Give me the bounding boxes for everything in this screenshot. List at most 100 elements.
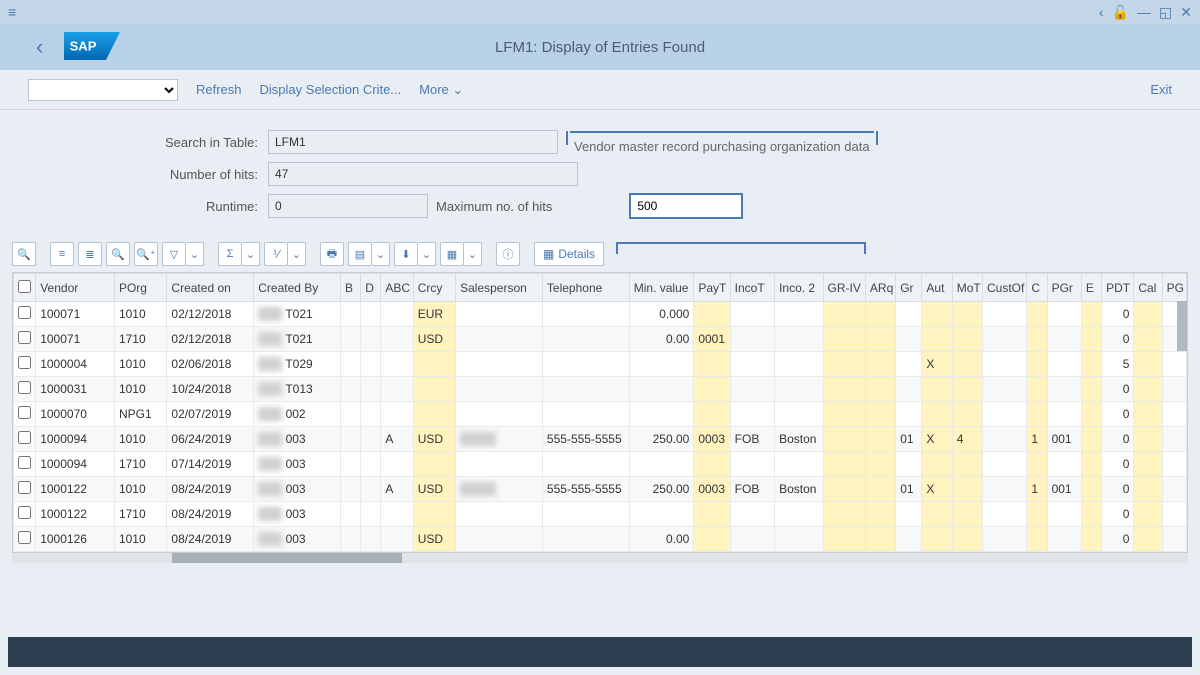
col-pg[interactable]: PG [1162,274,1186,302]
export-icon[interactable]: ▤ [348,242,372,266]
row-checkbox[interactable] [18,431,31,444]
find-icon[interactable]: 🔍 [106,242,130,266]
horizontal-scrollbar[interactable] [12,553,1188,563]
download-icon[interactable]: ⬇ [394,242,418,266]
cell-custof [982,377,1026,402]
print-icon[interactable]: 🖶 [320,242,344,266]
subtotal-icon[interactable]: ⅟ [264,242,288,266]
minimize-icon[interactable]: — [1137,4,1151,20]
cell-d [361,352,381,377]
more-button[interactable]: More ⌄ [419,82,463,98]
filter-icon[interactable]: ▽ [162,242,186,266]
table-row[interactable]: 1000031101010/24/2018xxxx T0130 [14,377,1187,402]
col-griv[interactable]: GR-IV [823,274,865,302]
cell-arq [865,402,895,427]
col-crcy[interactable]: Crcy [413,274,455,302]
table-row[interactable]: 100071171002/12/2018xxxx T021USD0.000001… [14,327,1187,352]
col-minvalue[interactable]: Min. value [629,274,694,302]
row-checkbox[interactable] [18,331,31,344]
cell-e [1081,377,1101,402]
col-vendor[interactable]: Vendor [36,274,115,302]
row-checkbox[interactable] [18,356,31,369]
sum-icon[interactable]: Σ [218,242,242,266]
exit-button[interactable]: Exit [1150,82,1172,97]
search-table-input[interactable] [268,130,558,154]
refresh-button[interactable]: Refresh [196,82,242,97]
back-button[interactable]: ‹ [36,34,43,60]
col-custof[interactable]: CustOf [982,274,1026,302]
row-checkbox[interactable] [18,406,31,419]
download-dropdown-icon[interactable]: ⌄ [418,242,436,266]
close-icon[interactable]: ✕ [1180,4,1192,21]
info-icon[interactable]: ⓘ [496,242,520,266]
layout-icon[interactable]: ▦ [440,242,464,266]
sort-desc-icon[interactable]: ≣ [78,242,102,266]
cell-porg: 1010 [114,352,166,377]
row-checkbox[interactable] [18,481,31,494]
cell-pdt: 0 [1102,327,1134,352]
table-row[interactable]: 1000122101008/24/2019xxxx 003AUSDxxxxxx5… [14,477,1187,502]
col-mot[interactable]: MoT [952,274,982,302]
zoom-icon[interactable]: 🔍 [12,242,36,266]
table-row[interactable]: 1000094101006/24/2019xxxx 003AUSDxxxxxx5… [14,427,1187,452]
prev-icon[interactable]: ‹ [1099,4,1104,20]
col-incot[interactable]: IncoT [730,274,774,302]
table-row[interactable]: 1000004101002/06/2018xxxx T029X5 [14,352,1187,377]
row-checkbox[interactable] [18,456,31,469]
table-row[interactable]: 1000126101008/24/2019xxxx 003USD0.000 [14,527,1187,552]
results-table: VendorPOrgCreated onCreated ByBDABCCrcyS… [13,273,1187,552]
lock-icon[interactable]: 🔓 [1112,4,1129,21]
row-checkbox[interactable] [18,506,31,519]
cell-abc [381,352,413,377]
table-row[interactable]: 1000070NPG102/07/2019xxxx 0020 [14,402,1187,427]
col-payt[interactable]: PayT [694,274,730,302]
cell-crcy [413,377,455,402]
col-d[interactable]: D [361,274,381,302]
max-hits-input[interactable] [630,194,742,218]
col-e[interactable]: E [1081,274,1101,302]
col-arq[interactable]: ARq [865,274,895,302]
display-selection-button[interactable]: Display Selection Crite... [260,82,402,97]
transaction-select[interactable] [28,79,178,101]
export-dropdown-icon[interactable]: ⌄ [372,242,390,266]
sort-asc-icon[interactable]: ≡ [50,242,74,266]
filter-dropdown-icon[interactable]: ⌄ [186,242,204,266]
row-checkbox[interactable] [18,531,31,544]
layout-dropdown-icon[interactable]: ⌄ [464,242,482,266]
col-createdon[interactable]: Created on [167,274,254,302]
table-row[interactable]: 100071101002/12/2018xxxx T021EUR0.0000 [14,302,1187,327]
subtotal-dropdown-icon[interactable]: ⌄ [288,242,306,266]
row-checkbox[interactable] [18,306,31,319]
col-createdby[interactable]: Created By [254,274,341,302]
cell-min: 250.00 [629,427,694,452]
table-row[interactable]: 1000122171008/24/2019xxxx 0030 [14,502,1187,527]
select-all-header[interactable] [14,274,36,302]
col-pgr[interactable]: PGr [1047,274,1081,302]
cell-c [1027,527,1047,552]
col-pdt[interactable]: PDT [1102,274,1134,302]
row-checkbox[interactable] [18,381,31,394]
vertical-scrollbar[interactable] [1177,301,1187,351]
col-porg[interactable]: POrg [114,274,166,302]
hits-input[interactable] [268,162,578,186]
runtime-input[interactable] [268,194,428,218]
col-inco2[interactable]: Inco. 2 [775,274,823,302]
col-aut[interactable]: Aut [922,274,952,302]
find-next-icon[interactable]: 🔍⁺ [134,242,158,266]
col-telephone[interactable]: Telephone [542,274,629,302]
table-row[interactable]: 1000094171007/14/2019xxxx 0030 [14,452,1187,477]
cell-sales [456,502,543,527]
col-abc[interactable]: ABC [381,274,413,302]
restore-icon[interactable]: ◱ [1159,4,1172,21]
sum-dropdown-icon[interactable]: ⌄ [242,242,260,266]
col-salesperson[interactable]: Salesperson [456,274,543,302]
header: ‹ SAP LFM1: Display of Entries Found [0,24,1200,70]
col-c[interactable]: C [1027,274,1047,302]
hamburger-icon[interactable]: ≡ [8,4,16,20]
cell-created_by: xxxx 003 [254,452,341,477]
hscroll-thumb[interactable] [172,553,402,563]
col-cal[interactable]: Cal [1134,274,1162,302]
details-button[interactable]: ▦Details [534,242,604,266]
col-b[interactable]: B [341,274,361,302]
col-gr[interactable]: Gr [896,274,922,302]
